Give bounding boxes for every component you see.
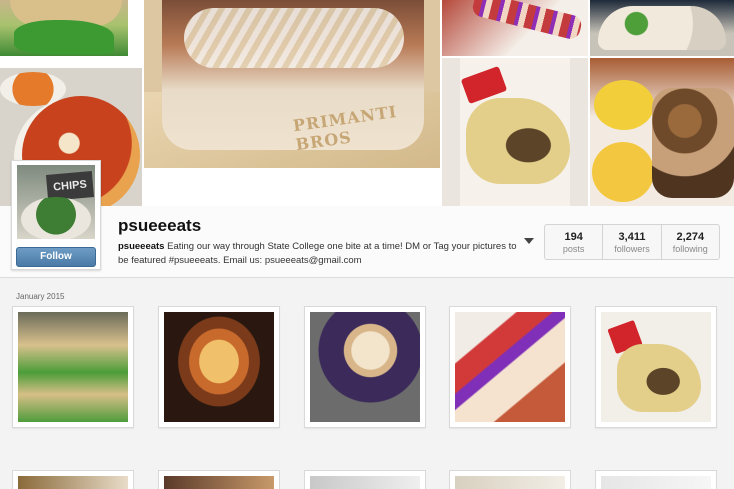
cover-photo-sushi <box>442 0 588 56</box>
profile-username: psueeeats <box>118 216 202 235</box>
month-label: January 2015 <box>16 292 65 301</box>
bio-handle: psueeeats <box>118 241 165 252</box>
stat-following-value: 2,274 <box>676 231 705 243</box>
stat-followers[interactable]: 3,411 followers <box>603 225 662 259</box>
stat-following[interactable]: 2,274 following <box>662 225 719 259</box>
photo-image <box>601 476 711 489</box>
photo-thumbnail[interactable] <box>595 470 717 489</box>
photo-thumbnail[interactable] <box>12 306 134 428</box>
chevron-down-icon[interactable] <box>524 238 534 244</box>
photo-image <box>310 312 420 422</box>
photo-image <box>455 476 565 489</box>
photo-thumbnail[interactable] <box>449 470 571 489</box>
stat-followers-label: followers <box>614 244 650 254</box>
photo-image <box>601 312 711 422</box>
photo-thumbnail[interactable] <box>595 306 717 428</box>
cover-photo-eggs-benedict <box>590 58 734 206</box>
profile-bio: psueeeats Eating our way through State C… <box>118 240 526 267</box>
avatar-card: CHIPS Follow <box>11 160 101 270</box>
cover-photo-taco <box>590 0 734 56</box>
cover-photo-primanti-sandwich: PRIMANTI BROS <box>144 0 440 168</box>
cover-photo-mosaic: PRIMANTI BROS <box>0 0 734 206</box>
photo-thumbnail[interactable] <box>304 306 426 428</box>
photo-thumbnail[interactable] <box>304 470 426 489</box>
photo-thumbnail[interactable] <box>158 306 280 428</box>
photo-thumbnail[interactable] <box>449 306 571 428</box>
photo-image <box>164 476 274 489</box>
cover-photo-cheesesteak <box>442 58 588 206</box>
stat-followers-value: 3,411 <box>618 231 646 243</box>
follow-button[interactable]: Follow <box>16 247 96 267</box>
profile-stats: 194 posts 3,411 followers 2,274 followin… <box>544 224 720 260</box>
photo-image <box>455 312 565 422</box>
cover-photo-sandwich <box>0 0 128 56</box>
photo-image <box>18 476 128 489</box>
stat-following-label: following <box>672 244 708 254</box>
avatar[interactable]: CHIPS <box>17 165 95 239</box>
photo-thumbnail[interactable] <box>158 470 280 489</box>
photo-image <box>310 476 420 489</box>
photo-image <box>18 312 128 422</box>
photo-image <box>164 312 274 422</box>
photo-thumbnail[interactable] <box>12 470 134 489</box>
stat-posts-label: posts <box>562 244 585 254</box>
bio-text: Eating our way through State College one… <box>118 241 517 266</box>
stat-posts-value: 194 <box>564 231 583 243</box>
stat-posts[interactable]: 194 posts <box>545 225 604 259</box>
